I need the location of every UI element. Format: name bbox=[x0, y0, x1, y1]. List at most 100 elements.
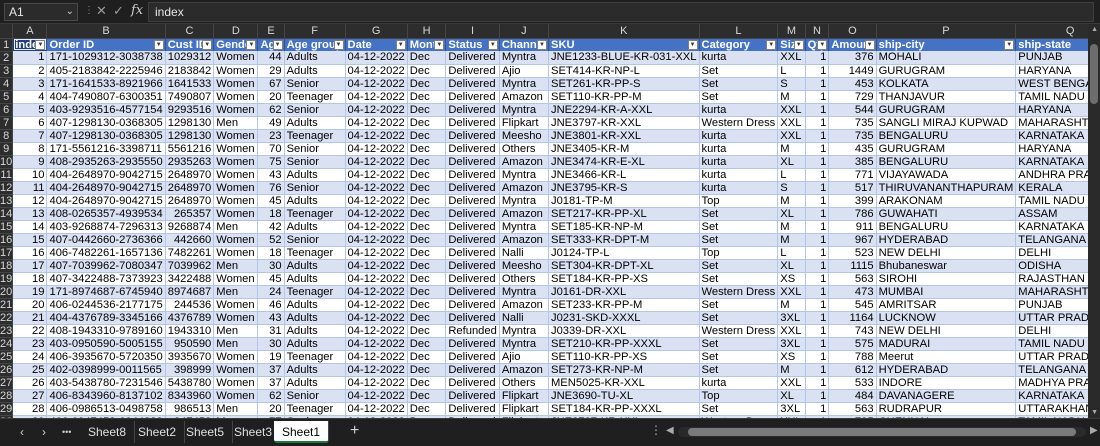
table-header-cell[interactable]: index ▼ bbox=[12, 38, 48, 51]
filter-dropdown-icon[interactable]: ▼ bbox=[202, 39, 213, 50]
table-cell[interactable]: Top bbox=[699, 389, 779, 403]
table-cell[interactable]: 407-3422488-7373923 bbox=[46, 272, 166, 286]
table-cell[interactable]: 399 bbox=[828, 194, 877, 208]
table-cell[interactable]: 04-12-2022 bbox=[345, 350, 408, 364]
more-sheets-icon[interactable]: ••• bbox=[62, 427, 71, 437]
table-cell[interactable]: XL bbox=[777, 389, 806, 403]
table-cell[interactable]: THANJAVUR bbox=[876, 90, 1017, 104]
row-header[interactable]: 3 bbox=[0, 64, 14, 78]
table-cell[interactable]: 8 bbox=[12, 142, 48, 156]
filter-dropdown-icon[interactable]: ▼ bbox=[246, 39, 257, 50]
column-header[interactable]: M bbox=[777, 24, 806, 39]
table-cell[interactable]: Senior bbox=[284, 142, 346, 156]
table-cell[interactable]: 30 bbox=[257, 337, 285, 351]
table-header-cell[interactable]: Status ▼ bbox=[445, 38, 500, 51]
table-cell[interactable]: 1641533 bbox=[165, 77, 215, 91]
table-cell[interactable]: Men bbox=[213, 285, 259, 299]
table-cell[interactable]: kurta bbox=[699, 51, 779, 65]
table-cell[interactable]: kurta bbox=[699, 103, 779, 117]
table-cell[interactable]: L bbox=[777, 246, 806, 260]
row-header[interactable]: 13 bbox=[0, 194, 14, 208]
table-cell[interactable]: Dec bbox=[407, 51, 447, 65]
table-cell[interactable]: 49 bbox=[257, 116, 285, 130]
row-header[interactable]: 24 bbox=[0, 337, 14, 351]
table-cell[interactable]: Dec bbox=[407, 324, 447, 338]
row-header[interactable]: 10 bbox=[0, 155, 14, 169]
table-cell[interactable]: 435 bbox=[828, 142, 877, 156]
table-cell[interactable]: Meesho bbox=[499, 129, 549, 143]
table-cell[interactable]: Women bbox=[213, 272, 259, 286]
table-cell[interactable]: KOLKATA bbox=[876, 77, 1017, 91]
table-cell[interactable]: MUMBAI bbox=[876, 285, 1017, 299]
table-cell[interactable]: GURUGRAM bbox=[876, 64, 1017, 78]
table-cell[interactable]: Amazon bbox=[499, 207, 549, 221]
table-cell[interactable]: XS bbox=[777, 350, 806, 364]
table-cell[interactable]: Dec bbox=[407, 298, 447, 312]
table-cell[interactable]: DAVANAGERE bbox=[876, 389, 1017, 403]
table-header-cell[interactable]: Qty▼ bbox=[805, 38, 830, 51]
table-cell[interactable]: Adults bbox=[284, 194, 346, 208]
table-cell[interactable]: Others bbox=[499, 142, 549, 156]
table-cell[interactable]: XXL bbox=[777, 324, 806, 338]
sheet-tab[interactable]: Sheet8 bbox=[80, 421, 136, 443]
table-cell[interactable]: Dec bbox=[407, 337, 447, 351]
table-cell[interactable]: GURUGRAM bbox=[876, 103, 1017, 117]
table-cell[interactable]: 1 bbox=[805, 51, 830, 65]
table-cell[interactable]: 5 bbox=[12, 103, 48, 117]
table-cell[interactable]: Myntra bbox=[499, 103, 549, 117]
table-cell[interactable]: Amazon bbox=[499, 90, 549, 104]
table-cell[interactable]: 404-2648970-9042715 bbox=[46, 194, 166, 208]
table-cell[interactable]: JNE1233-BLUE-KR-031-XXL bbox=[548, 51, 700, 65]
table-cell[interactable]: Women bbox=[213, 246, 259, 260]
table-header-cell[interactable]: SKU ▼ bbox=[548, 38, 700, 51]
table-cell[interactable]: 2648970 bbox=[165, 181, 215, 195]
table-cell[interactable]: 23 bbox=[12, 337, 48, 351]
table-header-cell[interactable]: Category ▼ bbox=[699, 38, 779, 51]
chevron-down-icon[interactable]: ⌄ bbox=[66, 4, 74, 20]
table-header-cell[interactable]: Amount ▼ bbox=[828, 38, 877, 51]
table-cell[interactable]: Senior bbox=[284, 103, 346, 117]
column-header[interactable]: F bbox=[284, 24, 346, 39]
table-cell[interactable]: 1 bbox=[805, 259, 830, 273]
table-cell[interactable]: 04-12-2022 bbox=[345, 77, 408, 91]
table-cell[interactable]: 44 bbox=[257, 51, 285, 65]
table-cell[interactable]: Adults bbox=[284, 116, 346, 130]
table-cell[interactable]: M bbox=[777, 220, 806, 234]
table-cell[interactable]: Women bbox=[213, 64, 259, 78]
row-header[interactable]: 14 bbox=[0, 207, 14, 221]
table-cell[interactable]: Set bbox=[699, 220, 779, 234]
table-cell[interactable]: J0339-DR-XXL bbox=[548, 324, 700, 338]
table-cell[interactable]: ARAKONAM bbox=[876, 194, 1017, 208]
table-cell[interactable]: 2648970 bbox=[165, 194, 215, 208]
table-cell[interactable]: XXL bbox=[777, 129, 806, 143]
table-cell[interactable]: 20 bbox=[257, 402, 285, 416]
table-cell[interactable]: 04-12-2022 bbox=[345, 402, 408, 416]
tab-split-handle-icon[interactable]: ⋮ bbox=[650, 423, 662, 437]
table-cell[interactable]: 1 bbox=[805, 324, 830, 338]
table-cell[interactable]: XXL bbox=[777, 285, 806, 299]
filter-dropdown-icon[interactable]: ▼ bbox=[817, 39, 828, 50]
table-cell[interactable]: Myntra bbox=[499, 337, 549, 351]
table-cell[interactable]: Women bbox=[213, 233, 259, 247]
table-cell[interactable]: 45 bbox=[257, 194, 285, 208]
filter-dropdown-icon[interactable]: ▼ bbox=[272, 39, 283, 50]
row-header[interactable]: 18 bbox=[0, 259, 14, 273]
table-cell[interactable]: 533 bbox=[828, 376, 877, 390]
table-cell[interactable]: 25 bbox=[12, 363, 48, 377]
table-cell[interactable]: MEN5025-KR-XXL bbox=[548, 376, 700, 390]
table-cell[interactable]: M bbox=[777, 363, 806, 377]
table-cell[interactable]: SET233-KR-PP-M bbox=[548, 298, 700, 312]
table-cell[interactable]: JNE3466-KR-L bbox=[548, 168, 700, 182]
table-cell[interactable]: Set bbox=[699, 272, 779, 286]
table-cell[interactable]: Ajio bbox=[499, 64, 549, 78]
table-cell[interactable]: Men bbox=[213, 337, 259, 351]
table-cell[interactable]: SET210-KR-PP-XXXL bbox=[548, 337, 700, 351]
table-cell[interactable]: Dec bbox=[407, 181, 447, 195]
table-cell[interactable]: Delivered bbox=[445, 376, 500, 390]
prev-sheet-icon[interactable]: ‹ bbox=[20, 425, 24, 439]
table-cell[interactable]: Adults bbox=[284, 51, 346, 65]
column-header[interactable]: K bbox=[548, 24, 700, 39]
table-cell[interactable]: 8974687 bbox=[165, 285, 215, 299]
table-cell[interactable]: Women bbox=[213, 389, 259, 403]
table-cell[interactable]: Dec bbox=[407, 116, 447, 130]
